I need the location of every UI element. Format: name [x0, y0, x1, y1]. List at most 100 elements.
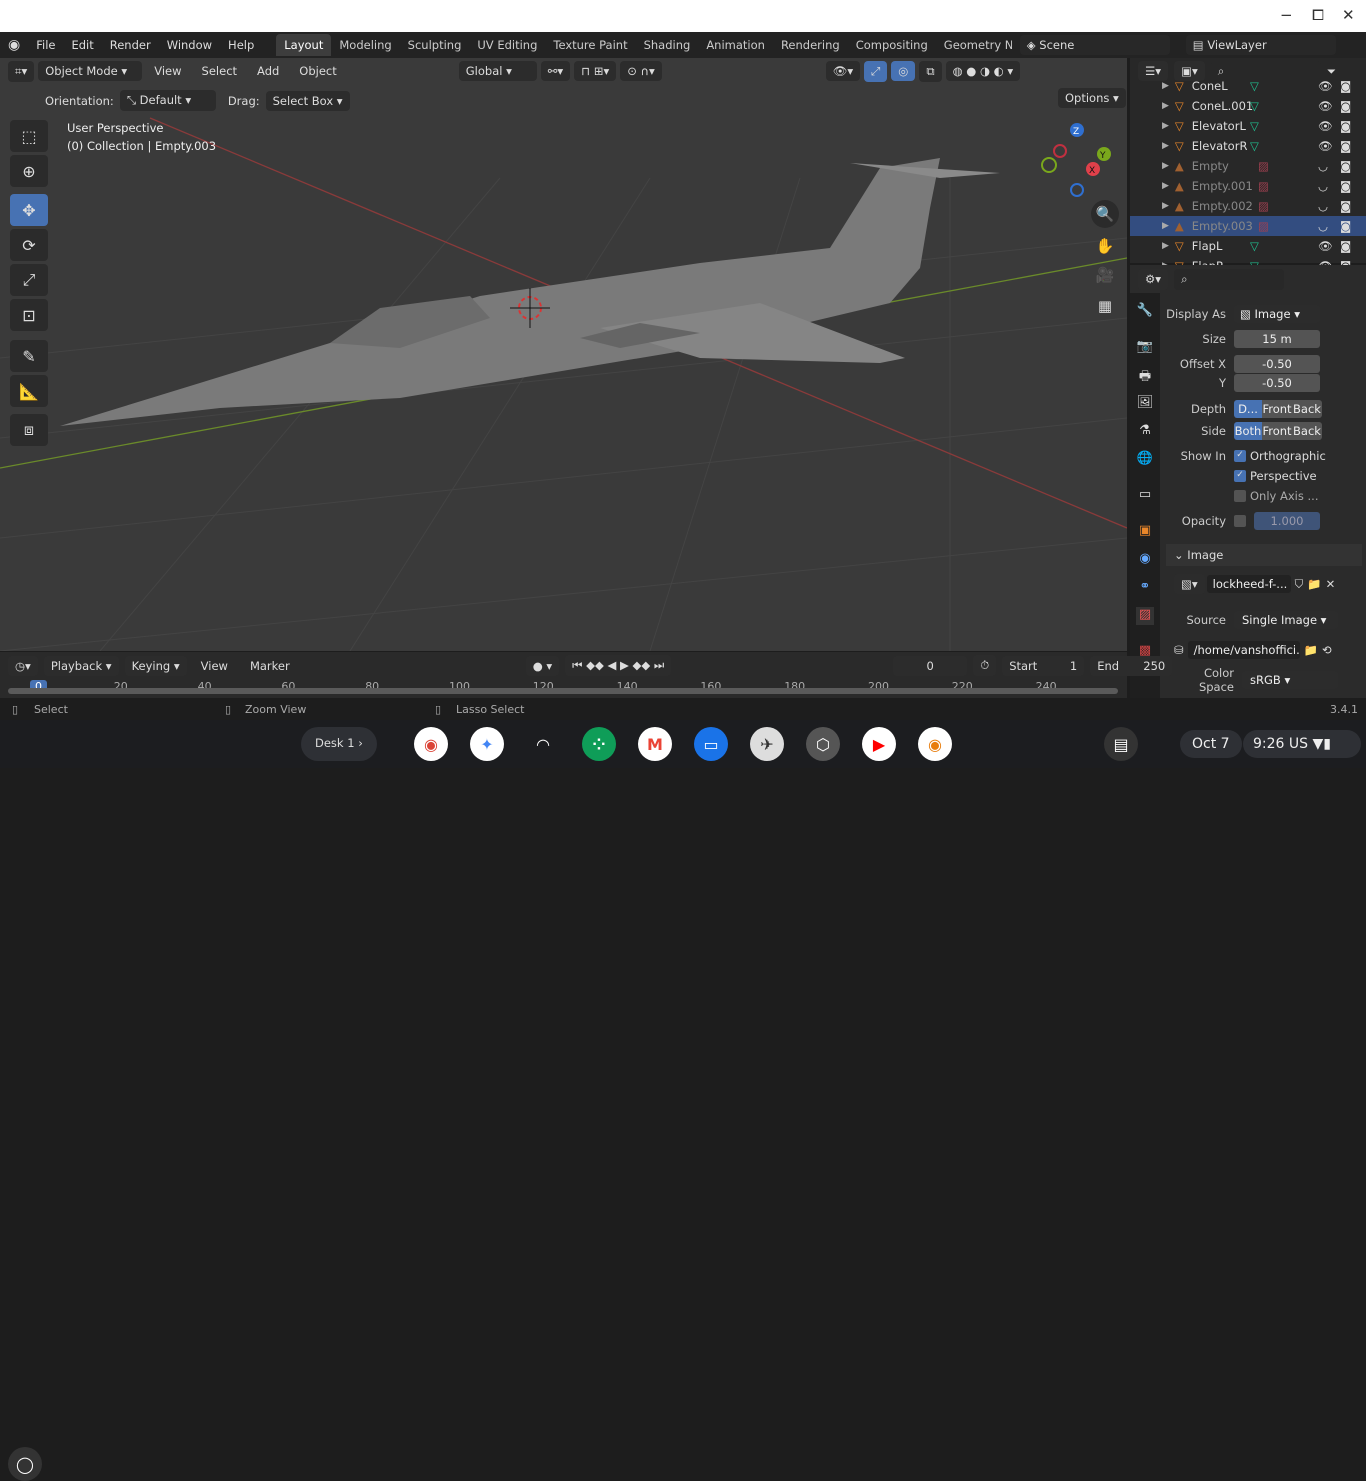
proportional-edit-icon[interactable]: ⊙ ∩▾: [620, 61, 662, 81]
properties-editor-type-icon[interactable]: ⚙▾: [1138, 269, 1169, 290]
scene-tab-icon[interactable]: ⚗: [1136, 423, 1154, 441]
desk-switcher[interactable]: Desk 1 ›: [301, 727, 377, 761]
size-field[interactable]: 15 m: [1234, 330, 1320, 348]
render-camera-icon[interactable]: ◙: [1340, 159, 1351, 173]
output-tab-icon[interactable]: 🖶: [1136, 367, 1154, 385]
perspective-grid-icon[interactable]: ▦: [1091, 292, 1119, 320]
add-cube-tool[interactable]: ⧈: [10, 414, 48, 446]
blender-app-icon[interactable]: ◉: [918, 727, 952, 761]
visibility-eye-icon[interactable]: ◡: [1318, 199, 1328, 213]
object-tab-icon[interactable]: ▣: [1136, 523, 1154, 541]
tool-tab-icon[interactable]: 🔧: [1136, 303, 1154, 321]
expand-arrow-icon[interactable]: ▶: [1162, 101, 1169, 111]
playback-menu[interactable]: Playback ▾: [43, 655, 119, 676]
timeline-view-menu[interactable]: View: [193, 659, 236, 673]
scale-tool[interactable]: ⤢: [10, 264, 48, 296]
close-button[interactable]: ✕: [1342, 6, 1355, 24]
gizmo-y[interactable]: Y: [1099, 151, 1106, 161]
menu-edit[interactable]: Edit: [63, 38, 101, 52]
visibility-eye-icon[interactable]: 👁: [1318, 119, 1333, 133]
render-camera-icon[interactable]: ◙: [1340, 119, 1351, 133]
apps-icon[interactable]: ⁘: [582, 727, 616, 761]
tab-rendering[interactable]: Rendering: [773, 34, 848, 56]
visibility-icon[interactable]: 👁▾: [825, 61, 861, 81]
visibility-eye-icon[interactable]: 👁: [1318, 79, 1333, 93]
menu-view[interactable]: View: [146, 64, 189, 78]
auto-keying-record-icon[interactable]: ● ▾: [525, 655, 560, 676]
outliner-row[interactable]: ▶ ▽ ConeL ▽ 👁 ◙: [1130, 76, 1366, 96]
render-camera-icon[interactable]: ◙: [1340, 99, 1351, 113]
image-name-field[interactable]: lockheed-f-...: [1206, 575, 1291, 593]
menu-file[interactable]: File: [28, 38, 63, 52]
launcher-icon[interactable]: ◯: [8, 1447, 42, 1481]
outliner-row[interactable]: ▶ ▲ Empty.002 ▨ ◡ ◙: [1130, 196, 1366, 216]
render-camera-icon[interactable]: ◙: [1340, 79, 1351, 93]
pan-hand-icon[interactable]: ✋: [1091, 232, 1119, 260]
flight-app-icon[interactable]: ✈: [750, 727, 784, 761]
only-axis-checkbox[interactable]: [1234, 490, 1246, 502]
side-back-option[interactable]: Back: [1292, 422, 1322, 440]
menu-window[interactable]: Window: [159, 38, 220, 52]
reload-icon[interactable]: ⟲: [1322, 643, 1332, 657]
menu-help[interactable]: Help: [220, 38, 262, 52]
opacity-field[interactable]: 1.000: [1254, 512, 1320, 530]
drag-selector[interactable]: Select Box ▾: [265, 90, 350, 111]
visibility-eye-icon[interactable]: ◡: [1318, 159, 1328, 173]
timeline-marker-menu[interactable]: Marker: [242, 659, 298, 673]
shading-modes[interactable]: ◍ ● ◑ ◐ ▾: [945, 61, 1021, 81]
packed-file-icon[interactable]: ⛁: [1174, 643, 1184, 657]
move-tool[interactable]: ✥: [10, 194, 48, 226]
chrome-icon[interactable]: ◉: [414, 727, 448, 761]
source-dropdown[interactable]: Single Image ▾: [1234, 611, 1338, 629]
expand-arrow-icon[interactable]: ▶: [1162, 141, 1169, 151]
rotate-tool[interactable]: ⟳: [10, 229, 48, 261]
playback-controls[interactable]: ⏮ ◆◆ ◀ ▶ ◆◆ ⏭: [565, 655, 672, 676]
depth-default-option[interactable]: D...: [1234, 400, 1262, 418]
cursor-tool[interactable]: ⊕: [10, 155, 48, 187]
outliner-row[interactable]: ▶ ▲ Empty ▨ ◡ ◙: [1130, 156, 1366, 176]
render-camera-icon[interactable]: ◙: [1340, 179, 1351, 193]
end-frame-field[interactable]: End 250: [1090, 655, 1173, 676]
pivot-icon[interactable]: ⚯▾: [540, 61, 571, 81]
render-camera-icon[interactable]: ◙: [1340, 219, 1351, 233]
mode-selector[interactable]: Object Mode ▾: [38, 61, 143, 81]
files-icon[interactable]: ▭: [694, 727, 728, 761]
start-frame-field[interactable]: Start 1: [1002, 655, 1085, 676]
visibility-eye-icon[interactable]: 👁: [1318, 139, 1333, 153]
display-as-dropdown[interactable]: ▧ Image ▾: [1234, 305, 1320, 323]
cube-app-icon[interactable]: ⬡: [806, 727, 840, 761]
tab-uv-editing[interactable]: UV Editing: [469, 34, 545, 56]
image-panel-header[interactable]: ⌄ Image: [1166, 544, 1362, 566]
render-camera-icon[interactable]: ◙: [1340, 139, 1351, 153]
menu-add[interactable]: Add: [249, 64, 287, 78]
image-browse-icon[interactable]: ▧▾: [1174, 574, 1205, 594]
orientation-selector[interactable]: ⤡ Default ▾: [119, 90, 216, 111]
visibility-eye-icon[interactable]: ◡: [1318, 179, 1328, 193]
render-camera-icon[interactable]: ◙: [1340, 239, 1351, 253]
side-both-option[interactable]: Both: [1234, 422, 1262, 440]
tab-shading[interactable]: Shading: [636, 34, 699, 56]
outliner-row[interactable]: ▶ ▲ Empty.001 ▨ ◡ ◙: [1130, 176, 1366, 196]
expand-arrow-icon[interactable]: ▶: [1162, 181, 1169, 191]
open-folder-icon[interactable]: 📁: [1307, 577, 1321, 591]
render-camera-icon[interactable]: ◙: [1340, 199, 1351, 213]
browse-folder-icon[interactable]: 📁: [1304, 643, 1318, 657]
offset-x-field[interactable]: -0.50: [1234, 355, 1320, 373]
gizmo-toggle-icon[interactable]: ⤢: [864, 60, 888, 82]
minimize-button[interactable]: −: [1280, 6, 1293, 24]
3d-viewport[interactable]: ⌗▾ Object Mode ▾ View Select Add Object …: [0, 58, 1127, 651]
camera-view-icon[interactable]: 🎥: [1091, 261, 1119, 289]
tab-animation[interactable]: Animation: [698, 34, 773, 56]
properties-search-input[interactable]: ⌕: [1174, 269, 1285, 290]
fake-user-shield-icon[interactable]: ⛉: [1295, 577, 1304, 592]
scene-selector[interactable]: ◈ Scene: [1019, 35, 1170, 55]
world-tab-icon[interactable]: 🌐: [1136, 451, 1154, 469]
render-tab-icon[interactable]: 📷: [1136, 339, 1154, 357]
tab-texture-paint[interactable]: Texture Paint: [545, 34, 635, 56]
gizmo-x[interactable]: X: [1089, 166, 1095, 176]
visibility-eye-icon[interactable]: 👁: [1318, 239, 1333, 253]
outliner-row[interactable]: ▶ ▲ Empty.003 ▨ ◡ ◙: [1130, 216, 1366, 236]
navigation-gizmo[interactable]: Z Y X: [1040, 120, 1120, 200]
menu-select[interactable]: Select: [194, 64, 245, 78]
zoom-icon[interactable]: 🔍: [1091, 200, 1119, 228]
